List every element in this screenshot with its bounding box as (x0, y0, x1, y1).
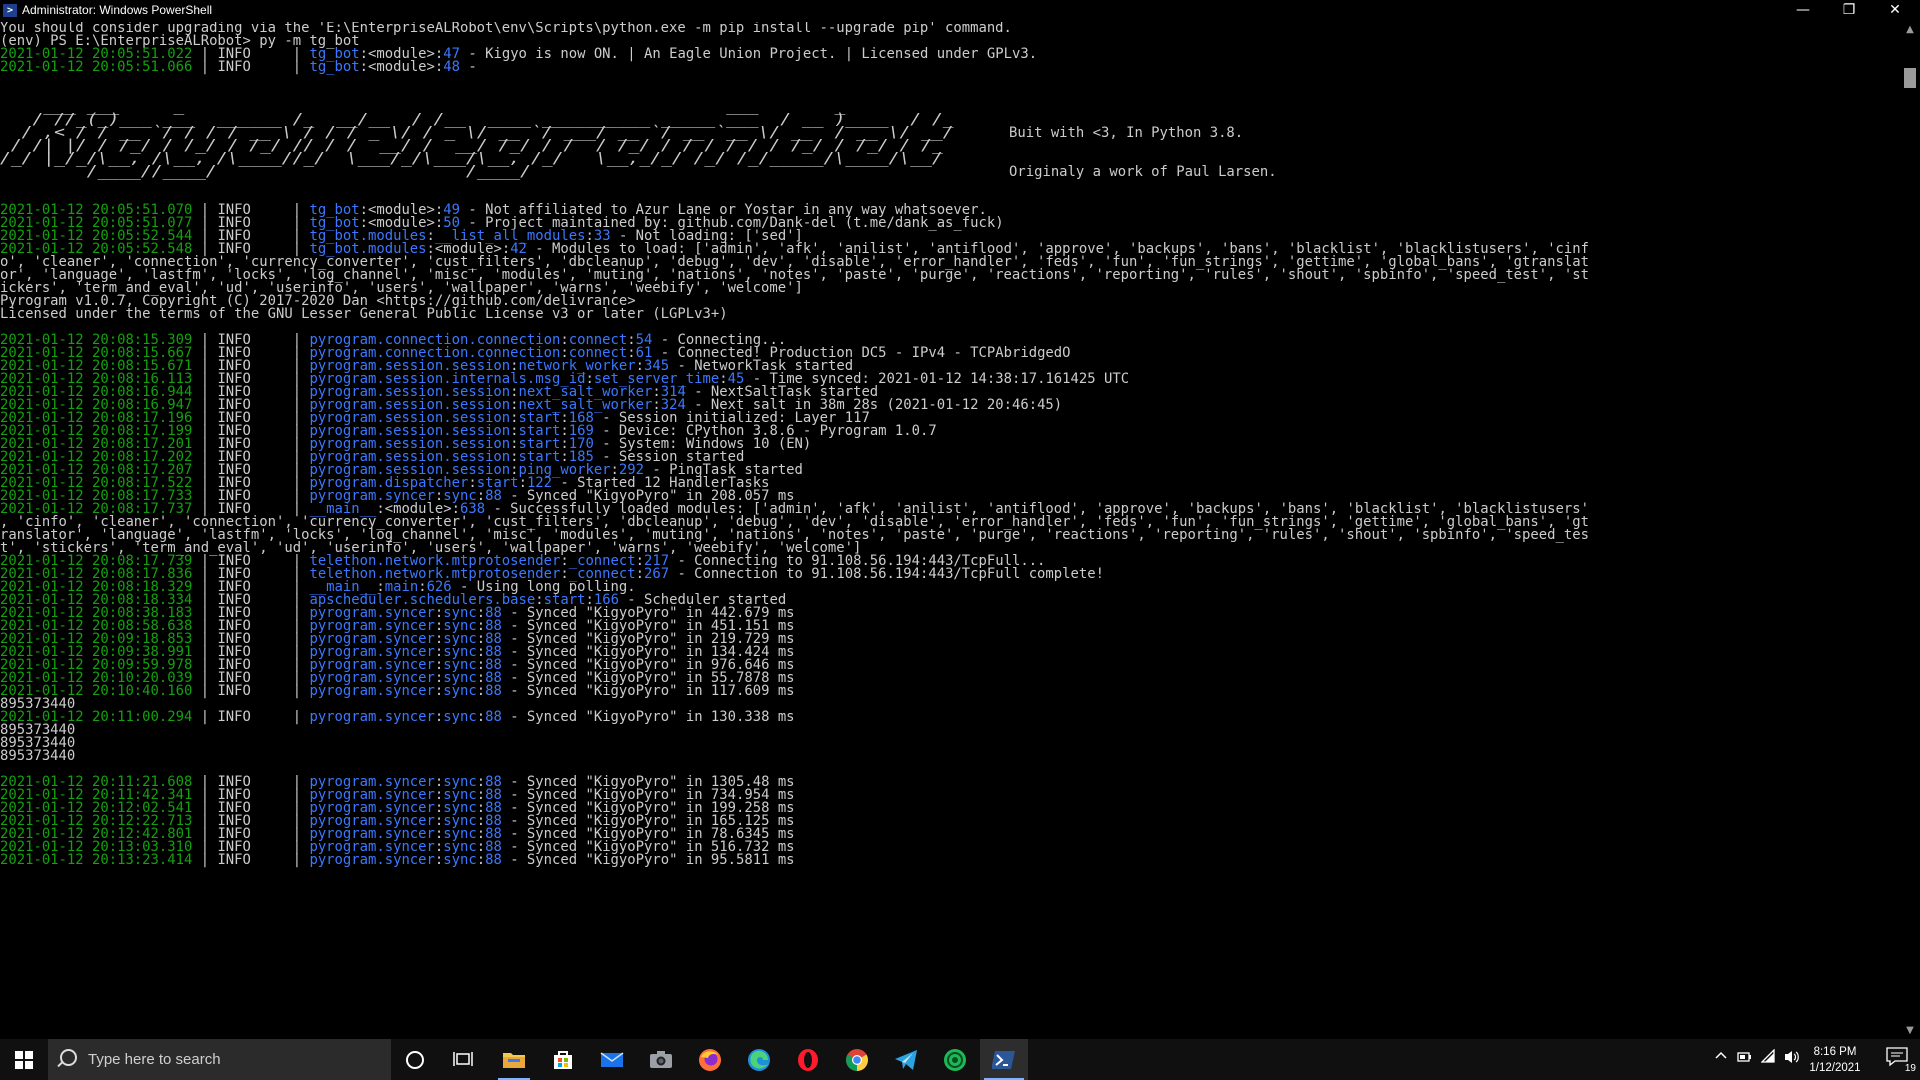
console-text-segment: - Synced "KigyoPyro" in 117.609 ms (501, 683, 795, 699)
console-text-segment: 48 (443, 59, 461, 75)
mail-icon[interactable] (588, 1039, 636, 1080)
close-button[interactable]: ✕ (1872, 0, 1918, 22)
console-text-segment: :<module>: (359, 59, 444, 75)
console-text-segment: - (460, 59, 477, 75)
scroll-down-arrow-icon[interactable]: ▼ (1900, 1023, 1920, 1039)
app-green-icon[interactable] (931, 1039, 979, 1080)
banner-credit-line: Originaly a work of Paul Larsen. (1009, 164, 1277, 180)
console-text-segment: pyrogram.syncer (309, 852, 435, 868)
console-text-segment: sync (443, 709, 477, 725)
camera-icon[interactable] (637, 1039, 685, 1080)
file-explorer-icon[interactable] (490, 1039, 538, 1080)
console-text-segment: pyrogram.syncer (309, 709, 435, 725)
console-text-segment: | INFO | (192, 709, 310, 725)
console-line: 895373440 (0, 748, 76, 764)
action-center-button[interactable]: 19 (1886, 1047, 1916, 1074)
console-text-segment: 2021-01-12 20:13:23.414 (0, 852, 193, 868)
ascii-banner-row: /____//____/ /____/ (0, 162, 954, 180)
console-scrollbar[interactable]: ▲ ▼ (1900, 22, 1920, 1039)
console-line: 2021-01-12 20:11:00.294 | INFO | pyrogra… (0, 709, 795, 725)
console-text-segment: 267 (644, 566, 670, 582)
console-text-segment: : (476, 709, 486, 725)
console-text-segment: 895373440 (0, 748, 76, 764)
console-text-segment: sync (443, 683, 477, 699)
console-text-segment: 88 (485, 852, 502, 868)
console-text-segment: : (476, 683, 486, 699)
console-text-segment: 88 (485, 709, 502, 725)
store-icon[interactable] (539, 1039, 587, 1080)
firefox-icon[interactable] (686, 1039, 734, 1080)
powershell-icon: > (3, 4, 17, 17)
chrome-icon[interactable] (833, 1039, 881, 1080)
scroll-up-arrow-icon[interactable]: ▲ (1900, 22, 1920, 38)
battery-icon[interactable] (1736, 1050, 1752, 1067)
console-text-segment: Licensed under the terms of the GNU Less… (0, 306, 728, 322)
start-button[interactable] (0, 1039, 48, 1080)
clock-time: 8:16 PM (1813, 1046, 1857, 1058)
notification-count: 19 (1904, 1063, 1916, 1074)
windows-logo-icon (15, 1050, 33, 1069)
console-text-segment: | INFO | (192, 683, 310, 699)
console-text-segment: 88 (485, 683, 502, 699)
banner-credit-line: Buit with <3, In Python 3.8. (1009, 125, 1244, 141)
console-line: 2021-01-12 20:13:23.414 | INFO | pyrogra… (0, 852, 795, 868)
console-text-segment: sync (443, 852, 477, 868)
search-placeholder: Type here to search (88, 1051, 221, 1068)
tray-overflow-chevron-icon[interactable] (1715, 1050, 1727, 1065)
telegram-icon[interactable] (882, 1039, 930, 1080)
console-text-segment: pyrogram.syncer (309, 683, 435, 699)
cortana-icon[interactable] (391, 1039, 439, 1080)
opera-icon[interactable] (784, 1039, 832, 1080)
console-text-segment: | INFO | (192, 852, 310, 868)
console-text-segment: : (476, 852, 486, 868)
powershell-taskbar-icon[interactable] (980, 1039, 1028, 1080)
console-text-segment: - Kigyo is now ON. | An Eagle Union Proj… (460, 46, 1038, 62)
console-text-segment: - Synced "KigyoPyro" in 95.5811 ms (501, 852, 795, 868)
search-icon (60, 1049, 77, 1066)
wifi-icon[interactable] (1760, 1048, 1777, 1068)
console-line: Licensed under the terms of the GNU Less… (0, 306, 728, 322)
console-line: 2021-01-12 20:10:40.160 | INFO | pyrogra… (0, 683, 795, 699)
console-text-segment: : (635, 566, 644, 582)
console-line: 2021-01-12 20:05:51.066 | INFO | tg_bot:… (0, 59, 477, 75)
volume-icon[interactable] (1784, 1049, 1800, 1068)
maximize-button[interactable]: ❐ (1826, 0, 1872, 22)
console-text-segment: - Connection to 91.108.56.194:443/TcpFul… (669, 566, 1104, 582)
console-text-segment: tg_bot (309, 59, 360, 75)
window-title: Administrator: Windows PowerShell (22, 3, 213, 17)
taskbar: Type here to search 8:16 PM 1/12/2021 19 (0, 1039, 1920, 1080)
taskbar-search-box[interactable]: Type here to search (48, 1039, 391, 1080)
taskbar-clock[interactable]: 8:16 PM 1/12/2021 (1800, 1044, 1870, 1076)
edge-icon[interactable] (735, 1039, 783, 1080)
console-text-segment: | INFO | (192, 59, 310, 75)
console-text-segment: - Synced "KigyoPyro" in 130.338 ms (501, 709, 795, 725)
task-view-icon[interactable] (439, 1039, 487, 1080)
minimize-button[interactable]: — (1780, 0, 1826, 22)
console-output[interactable]: You should consider upgrading via the 'E… (0, 22, 1900, 1039)
window-titlebar[interactable]: > Administrator: Windows PowerShell — ❐ … (0, 0, 1920, 22)
banner-credits: Buit with <3, In Python 3.8. Originaly a… (1009, 101, 1277, 205)
scrollbar-thumb[interactable] (1904, 68, 1916, 88)
clock-date: 1/12/2021 (1809, 1062, 1861, 1074)
console-text-segment: 2021-01-12 20:05:51.066 (0, 59, 193, 75)
